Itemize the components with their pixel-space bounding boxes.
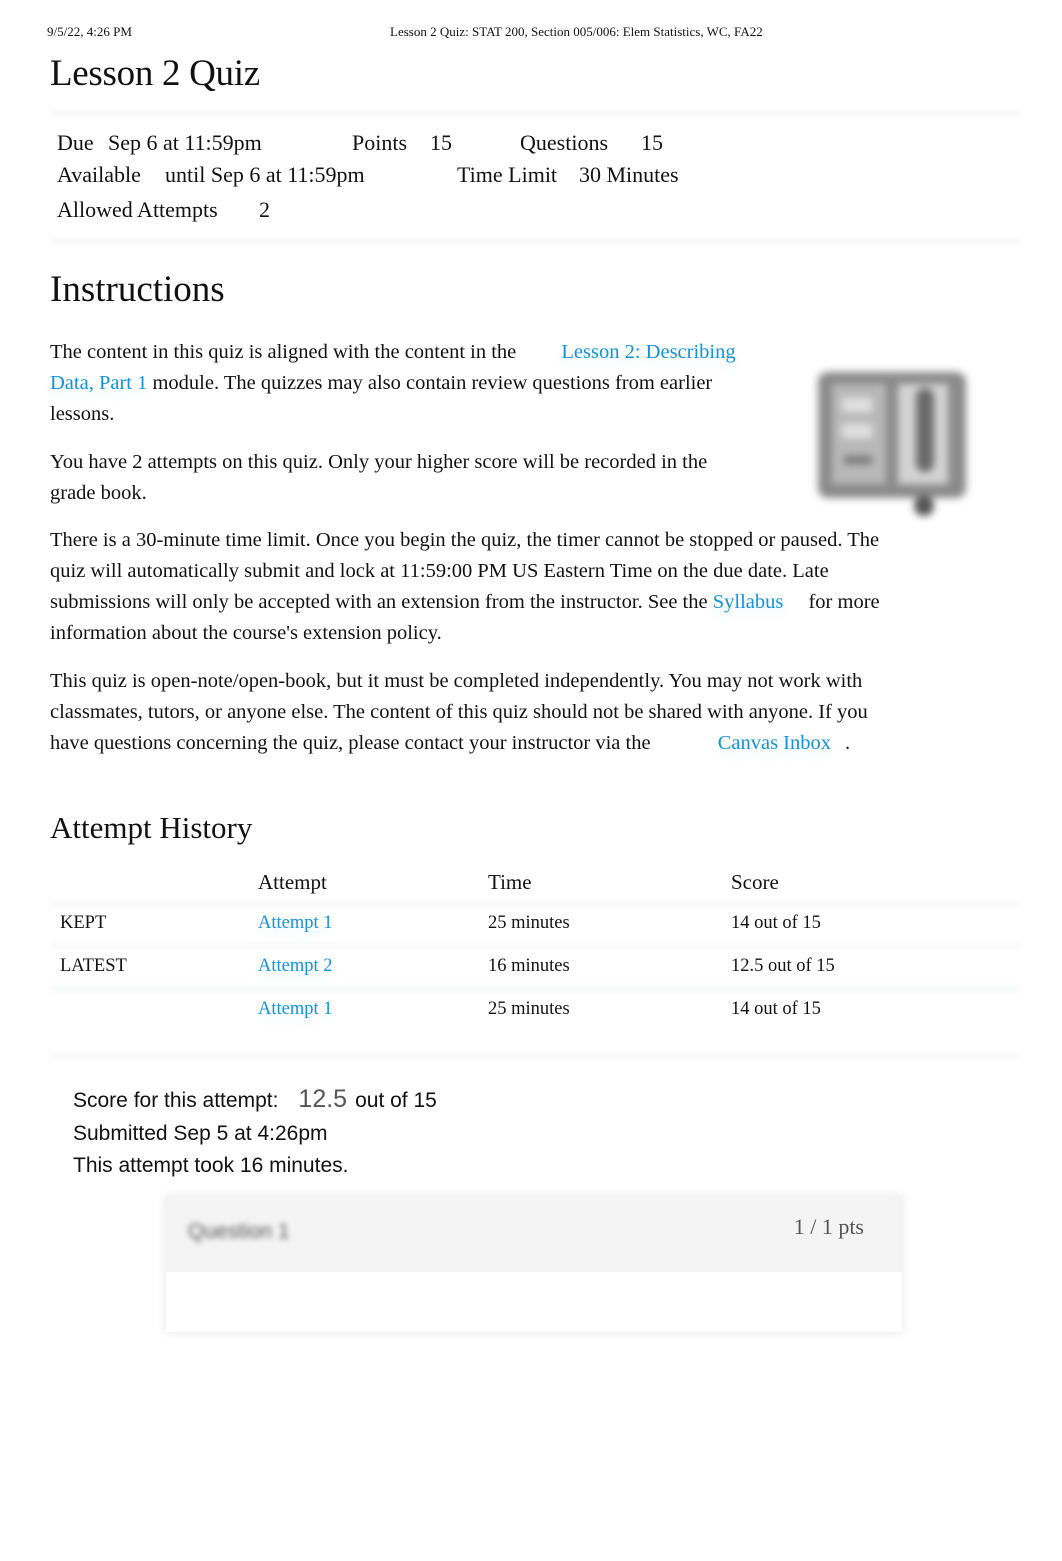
row-divider [50, 898, 1020, 910]
allowed-attempts-label: Allowed Attempts [57, 197, 218, 222]
print-header: 9/5/22, 4:26 PM Lesson 2 Quiz: STAT 200,… [0, 24, 1062, 42]
available-value: until Sep 6 at 11:59pm [165, 162, 365, 187]
score-value: 12.5 [298, 1085, 348, 1113]
row-score: 14 out of 15 [731, 913, 821, 933]
instructions-paragraph: This quiz is open-note/open-book, but it… [50, 666, 895, 759]
due-value: Sep 6 at 11:59pm [108, 130, 262, 155]
question-card-header: Question 1 1 / 1 pts [166, 1196, 902, 1272]
submitted-time: Submitted Sep 5 at 4:26pm [73, 1122, 328, 1145]
instructions-heading: Instructions [50, 269, 225, 310]
instructions-paragraph: The content in this quiz is aligned with… [50, 337, 770, 430]
paragraph-text: . [845, 732, 851, 754]
column-header-score: Score [731, 870, 779, 894]
divider [50, 108, 1020, 118]
row-time: 25 minutes [488, 913, 570, 933]
score-label: Score for this attempt: [73, 1089, 279, 1112]
row-score: 12.5 out of 15 [731, 956, 835, 976]
row-time: 16 minutes [488, 956, 570, 976]
points-label: Points [352, 130, 408, 155]
attempt-link[interactable]: Attempt 1 [258, 999, 333, 1020]
attempt-history-heading: Attempt History [50, 810, 253, 845]
time-limit-label: Time Limit [457, 162, 558, 187]
points-value: 15 [430, 130, 452, 155]
paragraph-text: The content in this quiz is aligned with… [50, 341, 522, 363]
row-divider [50, 1050, 1020, 1062]
attempt-link[interactable]: Attempt 2 [258, 956, 333, 977]
instructions-paragraph: You have 2 attempts on this quiz. Only y… [50, 451, 708, 504]
attempt-link[interactable]: Attempt 1 [258, 913, 333, 934]
row-status: LATEST [60, 956, 127, 976]
question-card: Question 1 1 / 1 pts [166, 1196, 902, 1332]
allowed-attempts-value: 2 [259, 197, 270, 222]
time-limit-value: 30 Minutes [579, 162, 679, 187]
print-datetime: 9/5/22, 4:26 PM [47, 24, 132, 39]
row-time: 25 minutes [488, 999, 570, 1019]
divider [50, 236, 1020, 246]
attempt-duration: This attempt took 16 minutes. [73, 1154, 349, 1177]
score-line: Score for this attempt: 12.5 out of 15 [73, 1085, 437, 1114]
question-points: 1 / 1 pts [793, 1214, 864, 1239]
questions-value: 15 [641, 130, 663, 155]
instructions-paragraph: There is a 30-minute time limit. Once yo… [50, 525, 895, 649]
available-label: Available [57, 162, 141, 187]
questions-label: Questions [520, 130, 608, 155]
canvas-inbox-link[interactable]: Canvas Inbox [718, 732, 831, 754]
book-icon [808, 358, 976, 518]
syllabus-link[interactable]: Syllabus [713, 591, 784, 613]
row-status: KEPT [60, 913, 107, 933]
page-title: Lesson 2 Quiz [50, 53, 260, 94]
question-title: Question 1 [188, 1220, 290, 1243]
due-label: Due [57, 130, 94, 155]
score-suffix: out of 15 [355, 1089, 437, 1112]
column-header-time: Time [488, 870, 532, 894]
row-divider [50, 940, 1020, 952]
row-divider [50, 983, 1020, 995]
print-document-title: Lesson 2 Quiz: STAT 200, Section 005/006… [390, 24, 763, 39]
column-header-attempt: Attempt [258, 870, 327, 894]
paragraph-text: module. The quizzes may also contain rev… [50, 372, 713, 425]
row-score: 14 out of 15 [731, 999, 821, 1019]
